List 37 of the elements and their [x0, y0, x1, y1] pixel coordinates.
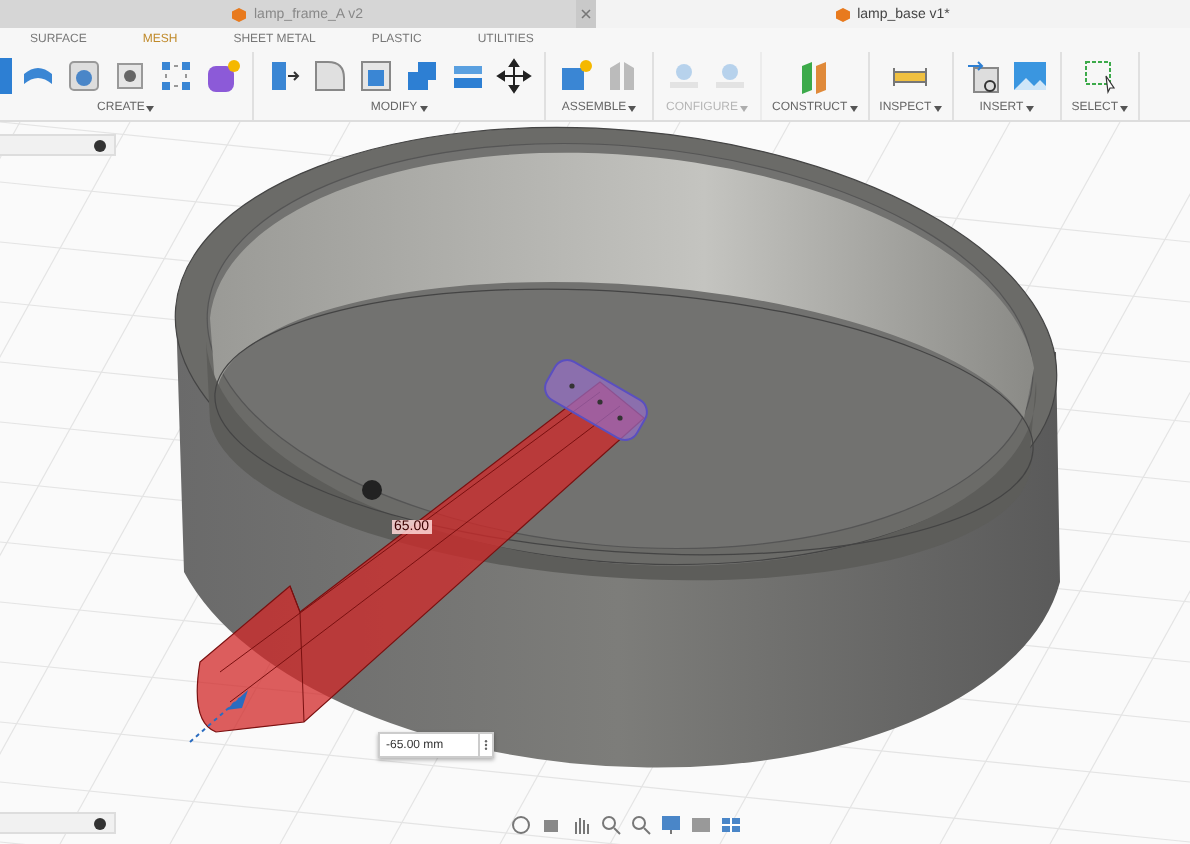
component-icon — [558, 58, 594, 94]
orbit-icon[interactable] — [510, 814, 532, 836]
zoom-icon[interactable] — [600, 814, 622, 836]
caret-icon — [849, 105, 858, 111]
comments-panel[interactable] — [0, 812, 116, 834]
browser-panel[interactable] — [0, 134, 116, 156]
zoom-window-icon[interactable] — [630, 814, 652, 836]
caret-icon — [628, 105, 637, 111]
display-icon[interactable] — [660, 814, 682, 836]
press-pull-icon — [266, 58, 302, 94]
cube-icon — [232, 7, 246, 21]
tool-button[interactable] — [963, 56, 1004, 96]
caret-icon — [740, 105, 748, 111]
hole-icon — [112, 58, 148, 94]
drag-arrow[interactable] — [189, 690, 248, 743]
close-icon[interactable] — [575, 0, 595, 28]
form-icon — [204, 58, 240, 94]
caret-icon — [146, 105, 155, 111]
fillet-icon — [312, 58, 348, 94]
insert-icon — [965, 58, 1002, 94]
combine-icon — [404, 58, 440, 94]
collapse-icon[interactable] — [94, 817, 106, 829]
pattern-icon — [158, 58, 194, 94]
extrusion-drawing[interactable] — [196, 353, 654, 733]
caret-icon — [1025, 105, 1034, 111]
tool-button[interactable] — [494, 56, 534, 96]
caret-icon — [933, 105, 942, 111]
caret-icon — [419, 105, 428, 111]
shell-icon — [358, 58, 394, 94]
select-icon — [1081, 58, 1118, 94]
move-icon — [496, 58, 532, 94]
image-icon — [1011, 58, 1048, 94]
cube-icon — [835, 7, 850, 21]
more-icon[interactable] — [478, 732, 494, 758]
viewports-icon[interactable] — [720, 814, 742, 836]
caret-icon — [1120, 105, 1129, 111]
collapse-icon[interactable] — [94, 139, 106, 151]
